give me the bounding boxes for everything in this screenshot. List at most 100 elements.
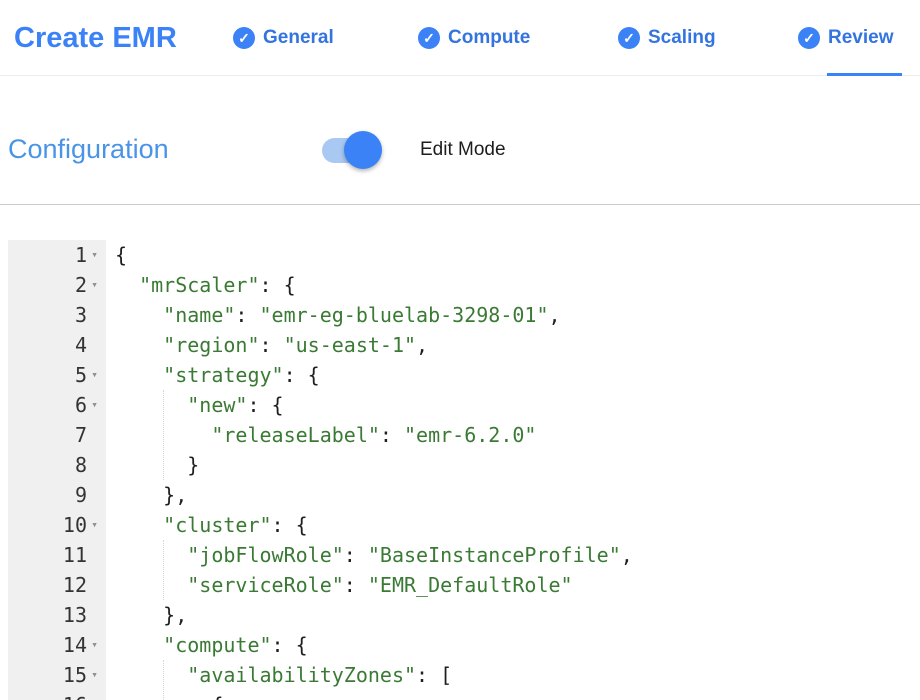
code-punctuation — [115, 513, 163, 537]
fold-arrow-icon[interactable]: ▾ — [87, 360, 102, 390]
line-number: 3 — [75, 300, 87, 330]
code-line[interactable]: "serviceRole": "EMR_DefaultRole" — [115, 570, 920, 600]
wizard-step-general[interactable]: ✓General — [233, 0, 334, 76]
code-line[interactable]: "region": "us-east-1", — [115, 330, 920, 360]
fold-arrow-icon[interactable]: ▾ — [87, 630, 102, 660]
code-line[interactable]: "releaseLabel": "emr-6.2.0" — [115, 420, 920, 450]
code-line[interactable]: "availabilityZones": [ — [115, 660, 920, 690]
code-value: "BaseInstanceProfile" — [368, 543, 621, 567]
wizard-step-compute[interactable]: ✓Compute — [418, 0, 530, 76]
code-punctuation: : — [344, 573, 368, 597]
code-value: "us-east-1" — [284, 333, 416, 357]
code-punctuation — [115, 333, 163, 357]
code-line[interactable]: { — [115, 690, 920, 700]
line-number: 11 — [63, 540, 87, 570]
line-number: 10 — [63, 510, 87, 540]
code-value: "emr-eg-bluelab-3298-01" — [260, 303, 549, 327]
check-circle-icon: ✓ — [418, 27, 440, 49]
line-number: 13 — [63, 600, 87, 630]
gutter-row: 14▾ — [8, 630, 106, 660]
code-line[interactable]: }, — [115, 600, 920, 630]
gutter-row: 12 — [8, 570, 106, 600]
fold-arrow-icon[interactable]: ▾ — [87, 270, 102, 300]
wizard-step-scaling[interactable]: ✓Scaling — [618, 0, 716, 76]
code-punctuation — [115, 393, 187, 417]
code-punctuation: : { — [284, 363, 320, 387]
create-emr-page: Create EMR ✓General✓Compute✓Scaling✓Revi… — [0, 0, 920, 700]
check-circle-icon: ✓ — [618, 27, 640, 49]
line-number: 2 — [75, 270, 87, 300]
code-punctuation — [115, 573, 187, 597]
code-punctuation — [115, 273, 139, 297]
code-line[interactable]: } — [115, 450, 920, 480]
code-punctuation — [115, 543, 187, 567]
code-key: "mrScaler" — [139, 273, 259, 297]
code-line[interactable]: "name": "emr-eg-bluelab-3298-01", — [115, 300, 920, 330]
code-line[interactable]: "strategy": { — [115, 360, 920, 390]
step-label: General — [263, 27, 334, 49]
code-punctuation: , — [621, 543, 633, 567]
code-punctuation: } — [115, 453, 199, 477]
gutter-row: 16▾ — [8, 690, 106, 700]
gutter-row: 10▾ — [8, 510, 106, 540]
line-number: 7 — [75, 420, 87, 450]
fold-arrow-icon[interactable]: ▾ — [87, 390, 102, 420]
line-number: 9 — [75, 480, 87, 510]
code-punctuation: : — [344, 543, 368, 567]
code-punctuation: : { — [272, 633, 308, 657]
code-key: "releaseLabel" — [211, 423, 380, 447]
check-circle-icon: ✓ — [798, 27, 820, 49]
gutter-row: 15▾ — [8, 660, 106, 690]
wizard-step-review[interactable]: ✓Review — [798, 0, 893, 76]
code-punctuation: : — [235, 303, 259, 327]
line-number: 14 — [63, 630, 87, 660]
code-punctuation: : { — [272, 513, 308, 537]
code-line[interactable]: "jobFlowRole": "BaseInstanceProfile", — [115, 540, 920, 570]
code-punctuation: : — [380, 423, 404, 447]
code-key: "region" — [163, 333, 259, 357]
code-punctuation: }, — [115, 483, 187, 507]
fold-arrow-icon[interactable]: ▾ — [87, 510, 102, 540]
editor-content[interactable]: { "mrScaler": { "name": "emr-eg-bluelab-… — [106, 240, 920, 700]
code-punctuation — [115, 663, 187, 687]
gutter-row: 7 — [8, 420, 106, 450]
code-line[interactable]: "mrScaler": { — [115, 270, 920, 300]
code-key: "availabilityZones" — [187, 663, 416, 687]
line-number: 8 — [75, 450, 87, 480]
code-punctuation: : — [260, 333, 284, 357]
code-punctuation: }, — [115, 603, 187, 627]
code-line[interactable]: "new": { — [115, 390, 920, 420]
line-number: 12 — [63, 570, 87, 600]
code-key: "strategy" — [163, 363, 283, 387]
edit-mode-toggle[interactable] — [322, 138, 382, 163]
gutter-row: 8 — [8, 450, 106, 480]
toggle-knob — [344, 131, 382, 169]
code-punctuation — [115, 363, 163, 387]
wizard-steps: ✓General✓Compute✓Scaling✓Review — [0, 0, 920, 76]
configuration-heading: Configuration — [8, 134, 169, 165]
fold-arrow-icon[interactable]: ▾ — [87, 660, 102, 690]
code-value: "emr-6.2.0" — [404, 423, 536, 447]
gutter-row: 9 — [8, 480, 106, 510]
code-punctuation — [115, 303, 163, 327]
indent-guide — [163, 540, 164, 600]
fold-arrow-icon[interactable]: ▾ — [87, 240, 102, 270]
json-editor[interactable]: 1▾2▾345▾6▾78910▾11121314▾15▾16▾ { "mrSca… — [8, 240, 920, 700]
active-step-underline — [827, 73, 902, 76]
line-number: 15 — [63, 660, 87, 690]
edit-mode-label: Edit Mode — [420, 139, 506, 161]
code-line[interactable]: "cluster": { — [115, 510, 920, 540]
gutter-row: 2▾ — [8, 270, 106, 300]
gutter-row: 4 — [8, 330, 106, 360]
code-punctuation: , — [549, 303, 561, 327]
code-key: "new" — [187, 393, 247, 417]
gutter-row: 3 — [8, 300, 106, 330]
code-line[interactable]: }, — [115, 480, 920, 510]
code-key: "name" — [163, 303, 235, 327]
section-divider — [0, 204, 920, 205]
code-line[interactable]: { — [115, 240, 920, 270]
line-number: 6 — [75, 390, 87, 420]
fold-arrow-icon[interactable]: ▾ — [87, 690, 102, 700]
editor-gutter: 1▾2▾345▾6▾78910▾11121314▾15▾16▾ — [8, 240, 106, 700]
code-line[interactable]: "compute": { — [115, 630, 920, 660]
